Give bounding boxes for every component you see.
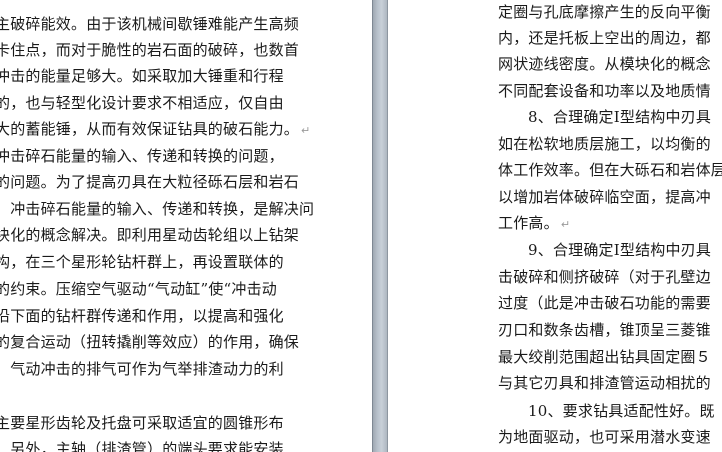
text-line: ，冲击碎石能量的输入、传递和转换，是解决问 bbox=[0, 200, 315, 218]
text-line: 最大绞削范围超出钻具固定圈５ bbox=[498, 348, 711, 366]
text-line: 如在松软地质层施工，以均衡的 bbox=[498, 135, 711, 153]
text-line: 10、要求钻具适配性好。既 bbox=[528, 402, 715, 420]
text-line: 过度（此是冲击破石功能的需要 bbox=[498, 294, 711, 312]
text-line: 卡住点，而对于脆性的岩石面的破碎，也数首 bbox=[0, 41, 300, 59]
document-page-right: 定圈与孔底摩擦产生的反向平衡 内，还是托板上空出的周边，都 网状迹线密度。从模块… bbox=[388, 0, 722, 452]
text-line: 冲击碎石能量的输入、传递和转换的问题， bbox=[0, 147, 284, 165]
text-line: 的复合运动（扭转撬削等效应）的作用，确保 bbox=[0, 333, 300, 351]
text-line: ，气动冲击的排气可作为气举排渣动力的利 bbox=[0, 360, 284, 378]
text-line: 主要星形齿轮及托盘可采取适宜的圆锥形布 bbox=[0, 414, 284, 432]
text-line: 为地面驱动，也可采用潜水变速 bbox=[498, 428, 711, 446]
text-line: 体工作效率。但在大砾石和岩体层 bbox=[498, 161, 722, 179]
text-line: 工作高。 ↵ bbox=[498, 216, 570, 232]
text-line: 8、合理确定Ⅰ型结构中刃具 bbox=[528, 108, 712, 126]
text-line-content: 工作高。 bbox=[498, 214, 559, 232]
text-line: 刃口和数条齿槽，锥顶呈三菱锥 bbox=[498, 321, 711, 339]
text-line-content: 大的蓄能锤，从而有效保证钻具的破石能力。 bbox=[0, 120, 300, 138]
text-line: 定圈与孔底摩擦产生的反向平衡 bbox=[498, 3, 711, 21]
text-line: 与其它刃具和排渣管运动相扰的 bbox=[498, 374, 711, 392]
text-line: 主破碎能效。由于该机械间歇锤难能产生高频 bbox=[0, 15, 300, 33]
paragraph-mark: ↵ bbox=[560, 218, 571, 231]
document-page-left: 主破碎能效。由于该机械间歇锤难能产生高频 卡住点，而对于脆性的岩石面的破碎，也数… bbox=[0, 0, 372, 452]
text-line: 内，还是托板上空出的周边，都 bbox=[498, 29, 711, 47]
text-line: 网状迹线密度。从模块化的概念 bbox=[498, 55, 711, 73]
text-line: 以增加岩体破碎临空面，提高冲 bbox=[498, 188, 711, 206]
text-line: 冲击的能量足够大。如采取加大锤重和行程 bbox=[0, 67, 284, 85]
text-line: 9、合理确定Ⅰ型结构中刃具 bbox=[528, 241, 712, 259]
text-line: 的约束。压缩空气驱动“气动缸”使“冲击动 bbox=[0, 280, 278, 298]
text-line: 块化的概念解决。即利用星动齿轮组以上钻架 bbox=[0, 226, 300, 244]
paragraph-mark: ↵ bbox=[301, 124, 311, 137]
text-line: 构，在三个星形轮钻杆群上，再设置联体的 bbox=[0, 253, 284, 271]
text-line: 沿下面的钻杆群传递和作用，以提高和强化 bbox=[0, 307, 284, 325]
text-line: 的问题。为了提高刃具在大粒径砾石层和岩石 bbox=[0, 173, 300, 191]
text-line: 击破碎和侧挤破碎（对于孔壁边 bbox=[498, 268, 711, 286]
page-gutter bbox=[372, 0, 388, 452]
text-line: 。另外，主轴（排渣管）的端头要求能安装 bbox=[0, 440, 284, 452]
text-line: 的，也与轻型化设计要求不相适应，仅自由 bbox=[0, 94, 284, 112]
text-line: 大的蓄能锤，从而有效保证钻具的破石能力。 ↵ bbox=[0, 122, 310, 138]
text-line: 不同配套设备和功率以及地质情 bbox=[498, 82, 711, 100]
